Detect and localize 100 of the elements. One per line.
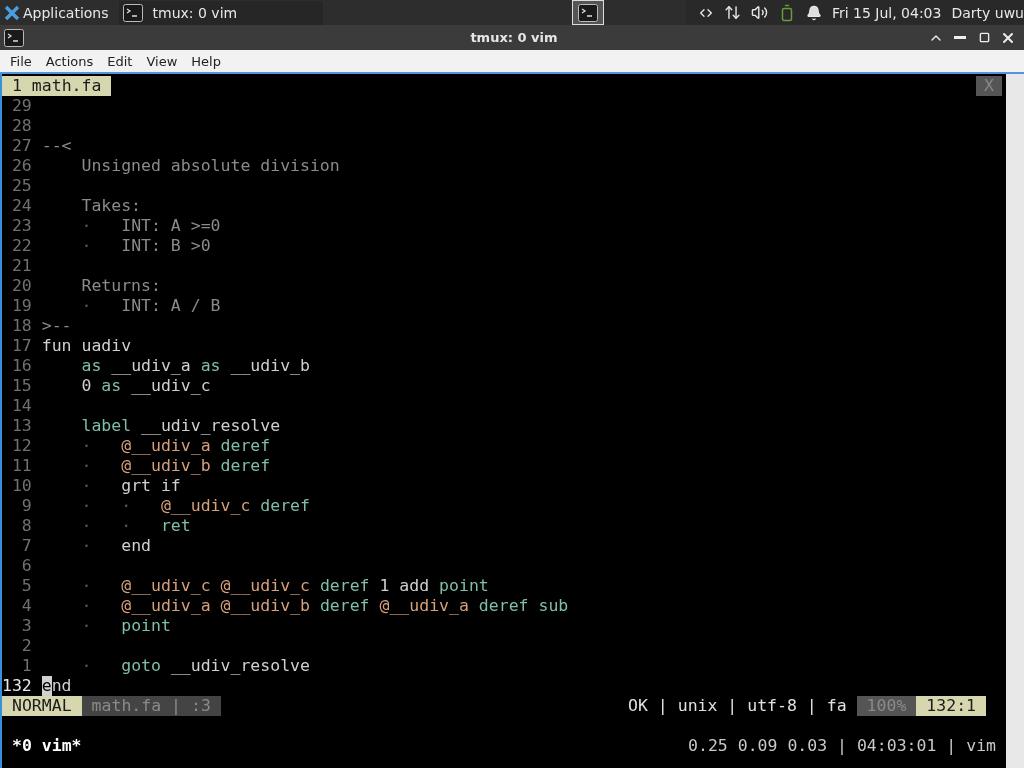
line-number: 17 bbox=[10, 336, 32, 356]
code-text: __udiv_c bbox=[130, 376, 211, 396]
code-keyword: point bbox=[439, 576, 489, 596]
line-number: 6 bbox=[20, 556, 32, 576]
code-comment: Returns: bbox=[80, 276, 161, 296]
scrollbar[interactable] bbox=[1006, 74, 1024, 768]
code-keyword: deref bbox=[219, 456, 271, 476]
code-text: fun uadiv bbox=[41, 336, 132, 356]
tmux-window[interactable]: *0 vim* bbox=[12, 736, 82, 756]
indent-guide: · bbox=[80, 476, 93, 496]
mode-indicator: NORMAL bbox=[2, 696, 82, 716]
line-number: 19 bbox=[10, 296, 32, 316]
code-keyword: deref bbox=[318, 596, 371, 616]
workspace-button[interactable] bbox=[571, 0, 604, 25]
line-number: 15 bbox=[10, 376, 32, 396]
code-text: __udiv_b bbox=[229, 356, 310, 376]
line-number: 132 bbox=[2, 676, 32, 696]
indent-guide: · bbox=[80, 236, 93, 256]
code-variable: @__udiv_c @__udiv_c bbox=[121, 576, 310, 596]
code-keyword: as bbox=[101, 376, 122, 396]
line-number: 21 bbox=[10, 256, 32, 276]
code-keyword: deref sub bbox=[477, 596, 569, 616]
terminal-icon bbox=[577, 3, 598, 22]
code-comment: Unsigned absolute division bbox=[80, 156, 340, 176]
code-comment: INT: A / B bbox=[121, 296, 221, 316]
line-number: 9 bbox=[20, 496, 32, 516]
code-keyword: deref bbox=[219, 436, 271, 456]
code-text: __udiv_a bbox=[110, 356, 192, 376]
code-text: nd bbox=[51, 676, 72, 696]
cursor-position: 132:1 bbox=[916, 696, 986, 716]
indent-guide: · · bbox=[80, 516, 133, 536]
maximize-icon bbox=[978, 32, 990, 43]
line-number: 18 bbox=[10, 316, 32, 336]
line-number: 12 bbox=[10, 436, 32, 456]
code-keyword: deref bbox=[318, 576, 371, 596]
line-number: 2 bbox=[20, 636, 32, 656]
applications-menu[interactable]: Applications bbox=[0, 0, 113, 25]
code-keyword: label bbox=[80, 416, 132, 436]
code-variable: @__udiv_a @__udiv_b bbox=[121, 596, 310, 616]
code-text: 1 add bbox=[379, 576, 431, 596]
terminal-icon bbox=[4, 28, 24, 47]
code-variable: @__udiv_b bbox=[121, 456, 211, 476]
file-name: math.fa | :3 bbox=[81, 696, 221, 716]
code-keyword: as bbox=[200, 356, 221, 376]
text-cursor: e bbox=[41, 676, 52, 696]
line-number: 8 bbox=[20, 516, 32, 536]
indent-guide: · bbox=[80, 296, 93, 316]
line-number: 3 bbox=[20, 616, 32, 636]
menu-item[interactable]: View bbox=[139, 53, 185, 69]
menu-item[interactable]: Edit bbox=[100, 53, 140, 69]
line-number: 4 bbox=[20, 596, 32, 616]
tmux-status: 0.25 0.09 0.03 | 04:03:01 | vim bbox=[688, 736, 996, 756]
transfer-icon[interactable] bbox=[723, 4, 741, 21]
clock[interactable]: Fri 15 Jul, 04:03 bbox=[831, 4, 942, 21]
code-variable: @__udiv_c bbox=[160, 496, 251, 516]
code-comment: INT: B >0 bbox=[121, 236, 211, 256]
line-number: 16 bbox=[10, 356, 32, 376]
indent-guide: · bbox=[80, 616, 93, 636]
code-comment: INT: A >=0 bbox=[121, 216, 221, 236]
code-text: __udiv_resolve bbox=[140, 416, 281, 436]
line-number: 7 bbox=[20, 536, 32, 556]
indent-guide: · bbox=[80, 656, 93, 676]
indent-guide: · bbox=[80, 436, 93, 456]
code-keyword: as bbox=[80, 356, 102, 376]
menu-item[interactable]: File bbox=[3, 53, 39, 69]
code-keyword: goto bbox=[121, 656, 161, 676]
buffer-tab[interactable]: 1 math.fa bbox=[2, 76, 112, 96]
line-number: 20 bbox=[10, 276, 32, 296]
line-number: 24 bbox=[10, 196, 32, 216]
code-keyword: ret bbox=[160, 516, 191, 536]
line-number: 27 bbox=[10, 136, 32, 156]
code-comment: >-- bbox=[41, 316, 72, 336]
code-keyword: deref bbox=[259, 496, 310, 516]
terminal-icon bbox=[122, 3, 143, 22]
file-info: OK | unix | utf-8 | fa bbox=[627, 696, 848, 716]
indent-guide: · bbox=[80, 536, 93, 556]
indent-guide: · · bbox=[80, 496, 133, 516]
line-number: 1 bbox=[20, 656, 32, 676]
volume-icon[interactable] bbox=[750, 4, 768, 21]
minimize-icon bbox=[954, 36, 966, 39]
user-name[interactable]: Darty uwu bbox=[951, 4, 1024, 21]
indent-guide: · bbox=[80, 596, 93, 616]
code-text: end bbox=[121, 536, 151, 556]
line-number: 26 bbox=[10, 156, 32, 176]
indent-guide: · bbox=[80, 456, 93, 476]
line-number: 23 bbox=[10, 216, 32, 236]
notification-icon[interactable] bbox=[805, 4, 822, 21]
code-variable: @__udiv_a bbox=[379, 596, 469, 616]
menu-item[interactable]: Actions bbox=[38, 53, 101, 69]
code-keyword: point bbox=[121, 616, 171, 636]
line-number: 25 bbox=[10, 176, 32, 196]
menu-item[interactable]: Help bbox=[184, 53, 228, 69]
indent-guide: · bbox=[80, 576, 93, 596]
line-number: 29 bbox=[10, 96, 32, 116]
taskbar-item[interactable]: tmux: 0 vim bbox=[118, 0, 323, 25]
line-number: 14 bbox=[10, 396, 32, 416]
code-text: __udiv_resolve bbox=[169, 656, 310, 676]
x-logo-icon bbox=[4, 4, 20, 21]
code-text: grt if bbox=[121, 476, 181, 496]
code-comment: Takes: bbox=[80, 196, 142, 216]
